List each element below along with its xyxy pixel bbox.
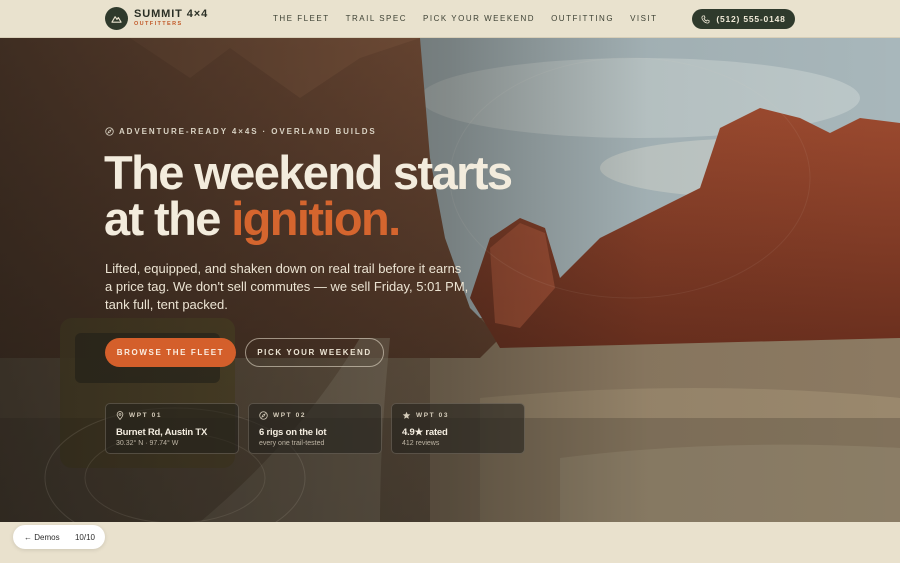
hero-headline-line2: at the	[104, 192, 232, 245]
brand-logo[interactable]: SUMMIT 4×4 OUTFITTERS	[105, 7, 208, 30]
compass-icon	[259, 411, 268, 420]
waypoint-sub: every one trail-tested	[259, 440, 325, 447]
brand-tagline: OUTFITTERS	[134, 21, 183, 28]
compass-icon	[105, 127, 114, 136]
hero-lede: Lifted, equipped, and shaken down on rea…	[105, 260, 470, 314]
hero-headline: The weekend starts at the ignition.	[104, 149, 564, 245]
hero-eyebrow: ADVENTURE-READY 4×4S · OVERLAND BUILDS	[105, 127, 377, 136]
waypoint-stats: WPT 01 Burnet Rd, Austin TX 30.32° N · 9…	[105, 403, 534, 454]
phone-button[interactable]: (512) 555-0148	[692, 9, 795, 29]
mountain-icon	[105, 7, 128, 30]
waypoint-key: WPT 03	[416, 412, 450, 419]
waypoint-key: WPT 02	[273, 412, 307, 419]
hero-headline-accent: ignition.	[231, 192, 401, 245]
main-nav: THE FLEET TRAIL SPEC PICK YOUR WEEKEND O…	[273, 14, 674, 23]
browse-fleet-button[interactable]: BROWSE THE FLEET	[105, 338, 236, 367]
waypoint-sub: 412 reviews	[402, 440, 440, 447]
waypoint-key: WPT 01	[129, 412, 163, 419]
waypoint-value: 4.9★ rated	[402, 427, 448, 438]
nav-link-outfitting[interactable]: OUTFITTING	[551, 14, 614, 23]
waypoint-card: WPT 01 Burnet Rd, Austin TX 30.32° N · 9…	[105, 403, 239, 454]
nav-link-the-fleet[interactable]: THE FLEET	[273, 14, 330, 23]
brand-name: SUMMIT 4×4	[134, 8, 209, 21]
back-to-demos-link[interactable]: ← Demos	[24, 533, 60, 542]
waypoint-value: 6 rigs on the lot	[259, 427, 327, 438]
pick-weekend-button[interactable]: PICK YOUR WEEKEND	[245, 338, 384, 367]
pin-icon	[116, 411, 124, 420]
waypoint-sub: 30.32° N · 97.74° W	[116, 440, 179, 447]
waypoint-card: WPT 03 4.9★ rated 412 reviews	[391, 403, 525, 454]
phone-number: (512) 555-0148	[716, 14, 786, 24]
star-icon	[402, 411, 411, 419]
hero-section: ADVENTURE-READY 4×4S · OVERLAND BUILDS T…	[0, 38, 900, 522]
nav-link-trail-spec[interactable]: TRAIL SPEC	[346, 14, 407, 23]
demo-counter: 10/10	[74, 532, 95, 542]
waypoint-value: Burnet Rd, Austin TX	[116, 427, 208, 438]
site-header: SUMMIT 4×4 OUTFITTERS THE FLEET TRAIL SP…	[0, 0, 900, 38]
nav-link-visit[interactable]: VISIT	[630, 14, 658, 23]
hero-eyebrow-text: ADVENTURE-READY 4×4S · OVERLAND BUILDS	[119, 127, 377, 136]
nav-link-pick-your-weekend[interactable]: PICK YOUR WEEKEND	[423, 14, 535, 23]
demo-switcher: ← Demos 10/10	[13, 525, 105, 549]
waypoint-card: WPT 02 6 rigs on the lot every one trail…	[248, 403, 382, 454]
phone-icon	[701, 14, 710, 24]
